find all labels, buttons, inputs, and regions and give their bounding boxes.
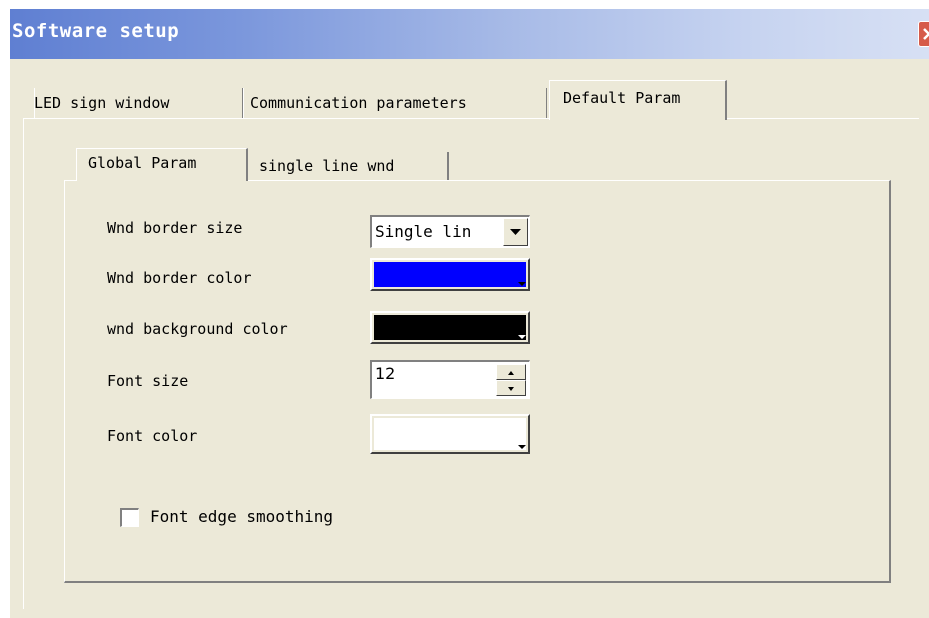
tab-default-param[interactable]: Default Param [549, 80, 727, 120]
font-color-button[interactable] [370, 414, 530, 454]
font-color-swatch [374, 418, 526, 450]
chevron-down-icon [518, 445, 526, 449]
border-size-dropdown-button[interactable] [503, 218, 528, 246]
chevron-down-icon [518, 335, 526, 339]
spin-up-button[interactable] [496, 364, 526, 380]
border-color-swatch [374, 262, 526, 287]
border-color-label: Wnd border color [107, 269, 252, 287]
close-icon [923, 28, 929, 40]
tab-global-param[interactable]: Global Param [76, 148, 248, 181]
background-color-button[interactable] [370, 311, 530, 344]
tab-led-sign-window[interactable]: LED sign window [34, 88, 243, 118]
font-size-label: Font size [107, 372, 189, 390]
background-color-label: wnd background color [107, 320, 288, 338]
chevron-down-icon [518, 282, 526, 286]
tab-label: Default Param [563, 89, 681, 107]
font-edge-smoothing-checkbox[interactable] [120, 508, 139, 527]
close-button[interactable] [918, 21, 929, 47]
border-size-value: Single lin [375, 222, 472, 241]
border-size-select[interactable]: Single lin [370, 215, 530, 248]
background-color-swatch [374, 315, 526, 340]
font-size-value: 12 [375, 364, 396, 383]
spin-up-icon [508, 371, 514, 375]
spin-down-icon [508, 387, 514, 391]
chevron-down-icon [510, 229, 521, 235]
tab-communication-parameters[interactable]: Communication parameters [243, 88, 547, 118]
tab-label: Communication parameters [250, 94, 467, 112]
tab-single-line-wnd[interactable]: single line wnd [250, 152, 449, 181]
title-bar[interactable]: Software setup [10, 9, 929, 59]
font-color-label: Font color [107, 427, 198, 445]
spin-down-button[interactable] [496, 380, 526, 396]
border-size-label: Wnd border size [107, 219, 243, 237]
font-size-spinner[interactable]: 12 [370, 360, 530, 399]
font-edge-smoothing-label[interactable]: Font edge smoothing [150, 507, 333, 526]
tab-label: single line wnd [259, 157, 395, 175]
border-color-button[interactable] [370, 258, 530, 291]
window-title: Software setup [12, 20, 180, 42]
tab-label: Global Param [88, 154, 197, 172]
tab-label: LED sign window [34, 94, 170, 112]
